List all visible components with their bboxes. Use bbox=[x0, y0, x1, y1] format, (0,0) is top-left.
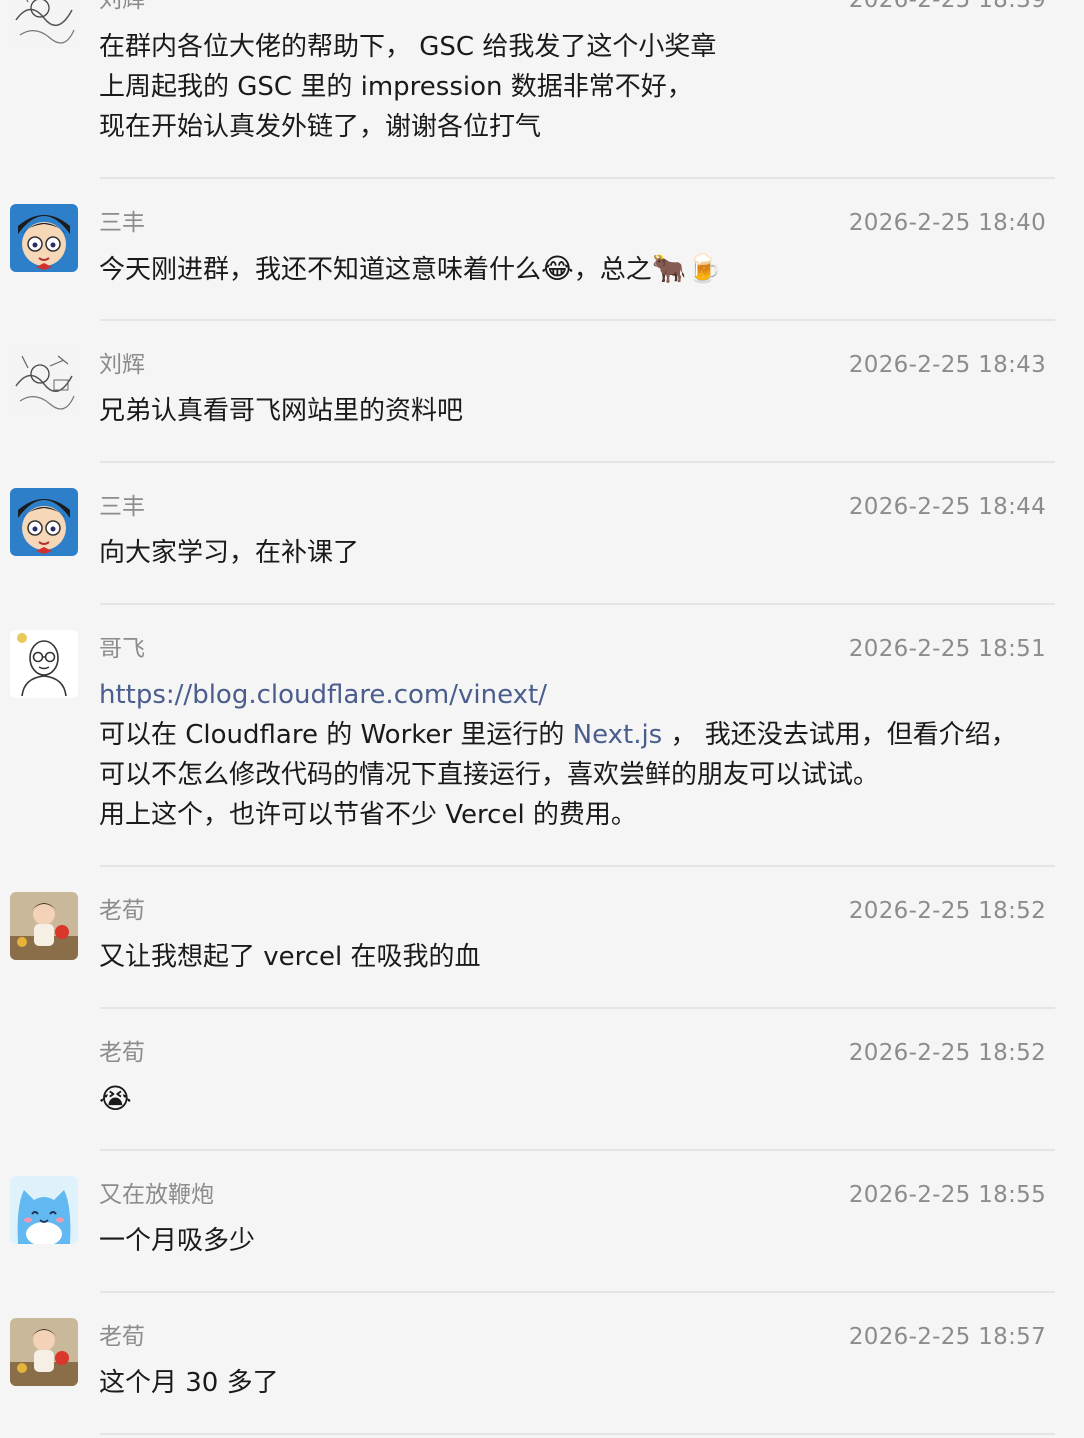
message-line: 用上这个，也许可以节省不少 Vercel 的费用。 bbox=[99, 800, 637, 830]
message-line: 又让我想起了 vercel 在吸我的血 bbox=[99, 942, 481, 972]
message-line: 上周起我的 GSC 里的 impression 数据非常不好， bbox=[99, 72, 693, 102]
sender-name: 三丰 bbox=[99, 210, 145, 236]
sketch-avatar-icon[interactable] bbox=[10, 0, 78, 48]
sketch-avatar-icon[interactable] bbox=[10, 346, 78, 414]
message-text: 又让我想起了 vercel 在吸我的血 bbox=[99, 937, 1059, 977]
message-text: 在群内各位大佬的帮助下， GSC 给我发了这个小奖章 上周起我的 GSC 里的 … bbox=[99, 27, 1059, 147]
sender-name: 刘辉 bbox=[99, 0, 145, 13]
message-time: 2026-2-25 18:57 bbox=[848, 1324, 1046, 1350]
message-divider bbox=[100, 177, 1055, 179]
cartoon-boy-avatar-icon[interactable] bbox=[10, 204, 78, 272]
blue-cat-avatar-icon[interactable] bbox=[10, 1176, 78, 1244]
message-divider bbox=[100, 1433, 1055, 1435]
message-time: 2026-2-25 18:40 bbox=[848, 210, 1046, 236]
sender-name: 三丰 bbox=[99, 494, 145, 520]
sender-name: 刘辉 bbox=[99, 352, 145, 378]
message-text: 一个月吸多少 bbox=[99, 1221, 1059, 1261]
message-link[interactable]: https://blog.cloudflare.com/vinext/ bbox=[99, 675, 1059, 715]
sender-name: 又在放鞭炮 bbox=[99, 1182, 214, 1208]
message-line: 在群内各位大佬的帮助下， GSC 给我发了这个小奖章 bbox=[99, 32, 717, 62]
message-text: 这个月 30 多了 bbox=[99, 1363, 1059, 1403]
girl-photo-avatar-icon[interactable] bbox=[10, 892, 78, 960]
message-divider bbox=[100, 1149, 1055, 1151]
message-time: 2026-2-25 18:43 bbox=[848, 352, 1046, 378]
message-text-part: ，总之 bbox=[573, 255, 652, 285]
message-divider bbox=[100, 865, 1055, 867]
message-line: 向大家学习，在补课了 bbox=[99, 538, 360, 568]
sender-name: 哥飞 bbox=[99, 636, 145, 662]
laughing-tears-emoji-icon: 😂 bbox=[541, 252, 574, 285]
message-text-part: 可以在 Cloudflare 的 Worker 里运行的 bbox=[99, 720, 573, 750]
message-divider bbox=[100, 603, 1055, 605]
cow-beer-emoji-icon: 🐂🍺 bbox=[651, 252, 722, 285]
sender-name: 老荀 bbox=[99, 898, 145, 924]
message-text: 今天刚进群，我还不知道这意味着什么😂，总之🐂🍺 bbox=[99, 249, 1059, 290]
message-divider bbox=[100, 1007, 1055, 1009]
message-time: 2026-2-25 18:44 bbox=[848, 494, 1046, 520]
message-line: 可以不怎么修改代码的情况下直接运行，喜欢尝鲜的朋友可以试试。 bbox=[99, 760, 880, 790]
message-divider bbox=[100, 319, 1055, 321]
sender-name: 老荀 bbox=[99, 1040, 145, 1066]
message-text-part: 今天刚进群，我还不知道这意味着什么 bbox=[99, 255, 542, 285]
message-text: 兄弟认真看哥飞网站里的资料吧 bbox=[99, 391, 1059, 431]
message-line: 兄弟认真看哥飞网站里的资料吧 bbox=[99, 396, 464, 426]
chat-history: 刘辉 2026-2-25 18:39 在群内各位大佬的帮助下， GSC 给我发了… bbox=[0, 0, 1084, 1438]
message-line: 这个月 30 多了 bbox=[99, 1368, 279, 1398]
message-time: 2026-2-25 18:52 bbox=[848, 898, 1046, 924]
sender-name: 老荀 bbox=[99, 1324, 145, 1350]
message-time: 2026-2-25 18:55 bbox=[848, 1182, 1046, 1208]
message-text: https://blog.cloudflare.com/vinext/ 可以在 … bbox=[99, 675, 1059, 835]
girl-photo-avatar-icon[interactable] bbox=[10, 1318, 78, 1386]
message-link[interactable]: Next.js bbox=[573, 720, 663, 750]
message-time: 2026-2-25 18:39 bbox=[848, 0, 1046, 13]
message-divider bbox=[100, 1291, 1055, 1293]
cartoon-boy-avatar-icon[interactable] bbox=[10, 488, 78, 556]
message-time: 2026-2-25 18:51 bbox=[848, 636, 1046, 662]
message-text: 😭 bbox=[99, 1079, 1059, 1119]
glasses-man-avatar-icon[interactable] bbox=[10, 630, 78, 698]
message-time: 2026-2-25 18:52 bbox=[848, 1040, 1046, 1066]
crying-emoji-icon: 😭 bbox=[99, 1082, 132, 1115]
message-text-part: ， 我还没去试用，但看介绍， bbox=[662, 720, 1017, 750]
message-line: 现在开始认真发外链了，谢谢各位打气 bbox=[99, 112, 542, 142]
message-divider bbox=[100, 461, 1055, 463]
message-line: 一个月吸多少 bbox=[99, 1226, 256, 1256]
message-text: 向大家学习，在补课了 bbox=[99, 533, 1059, 573]
